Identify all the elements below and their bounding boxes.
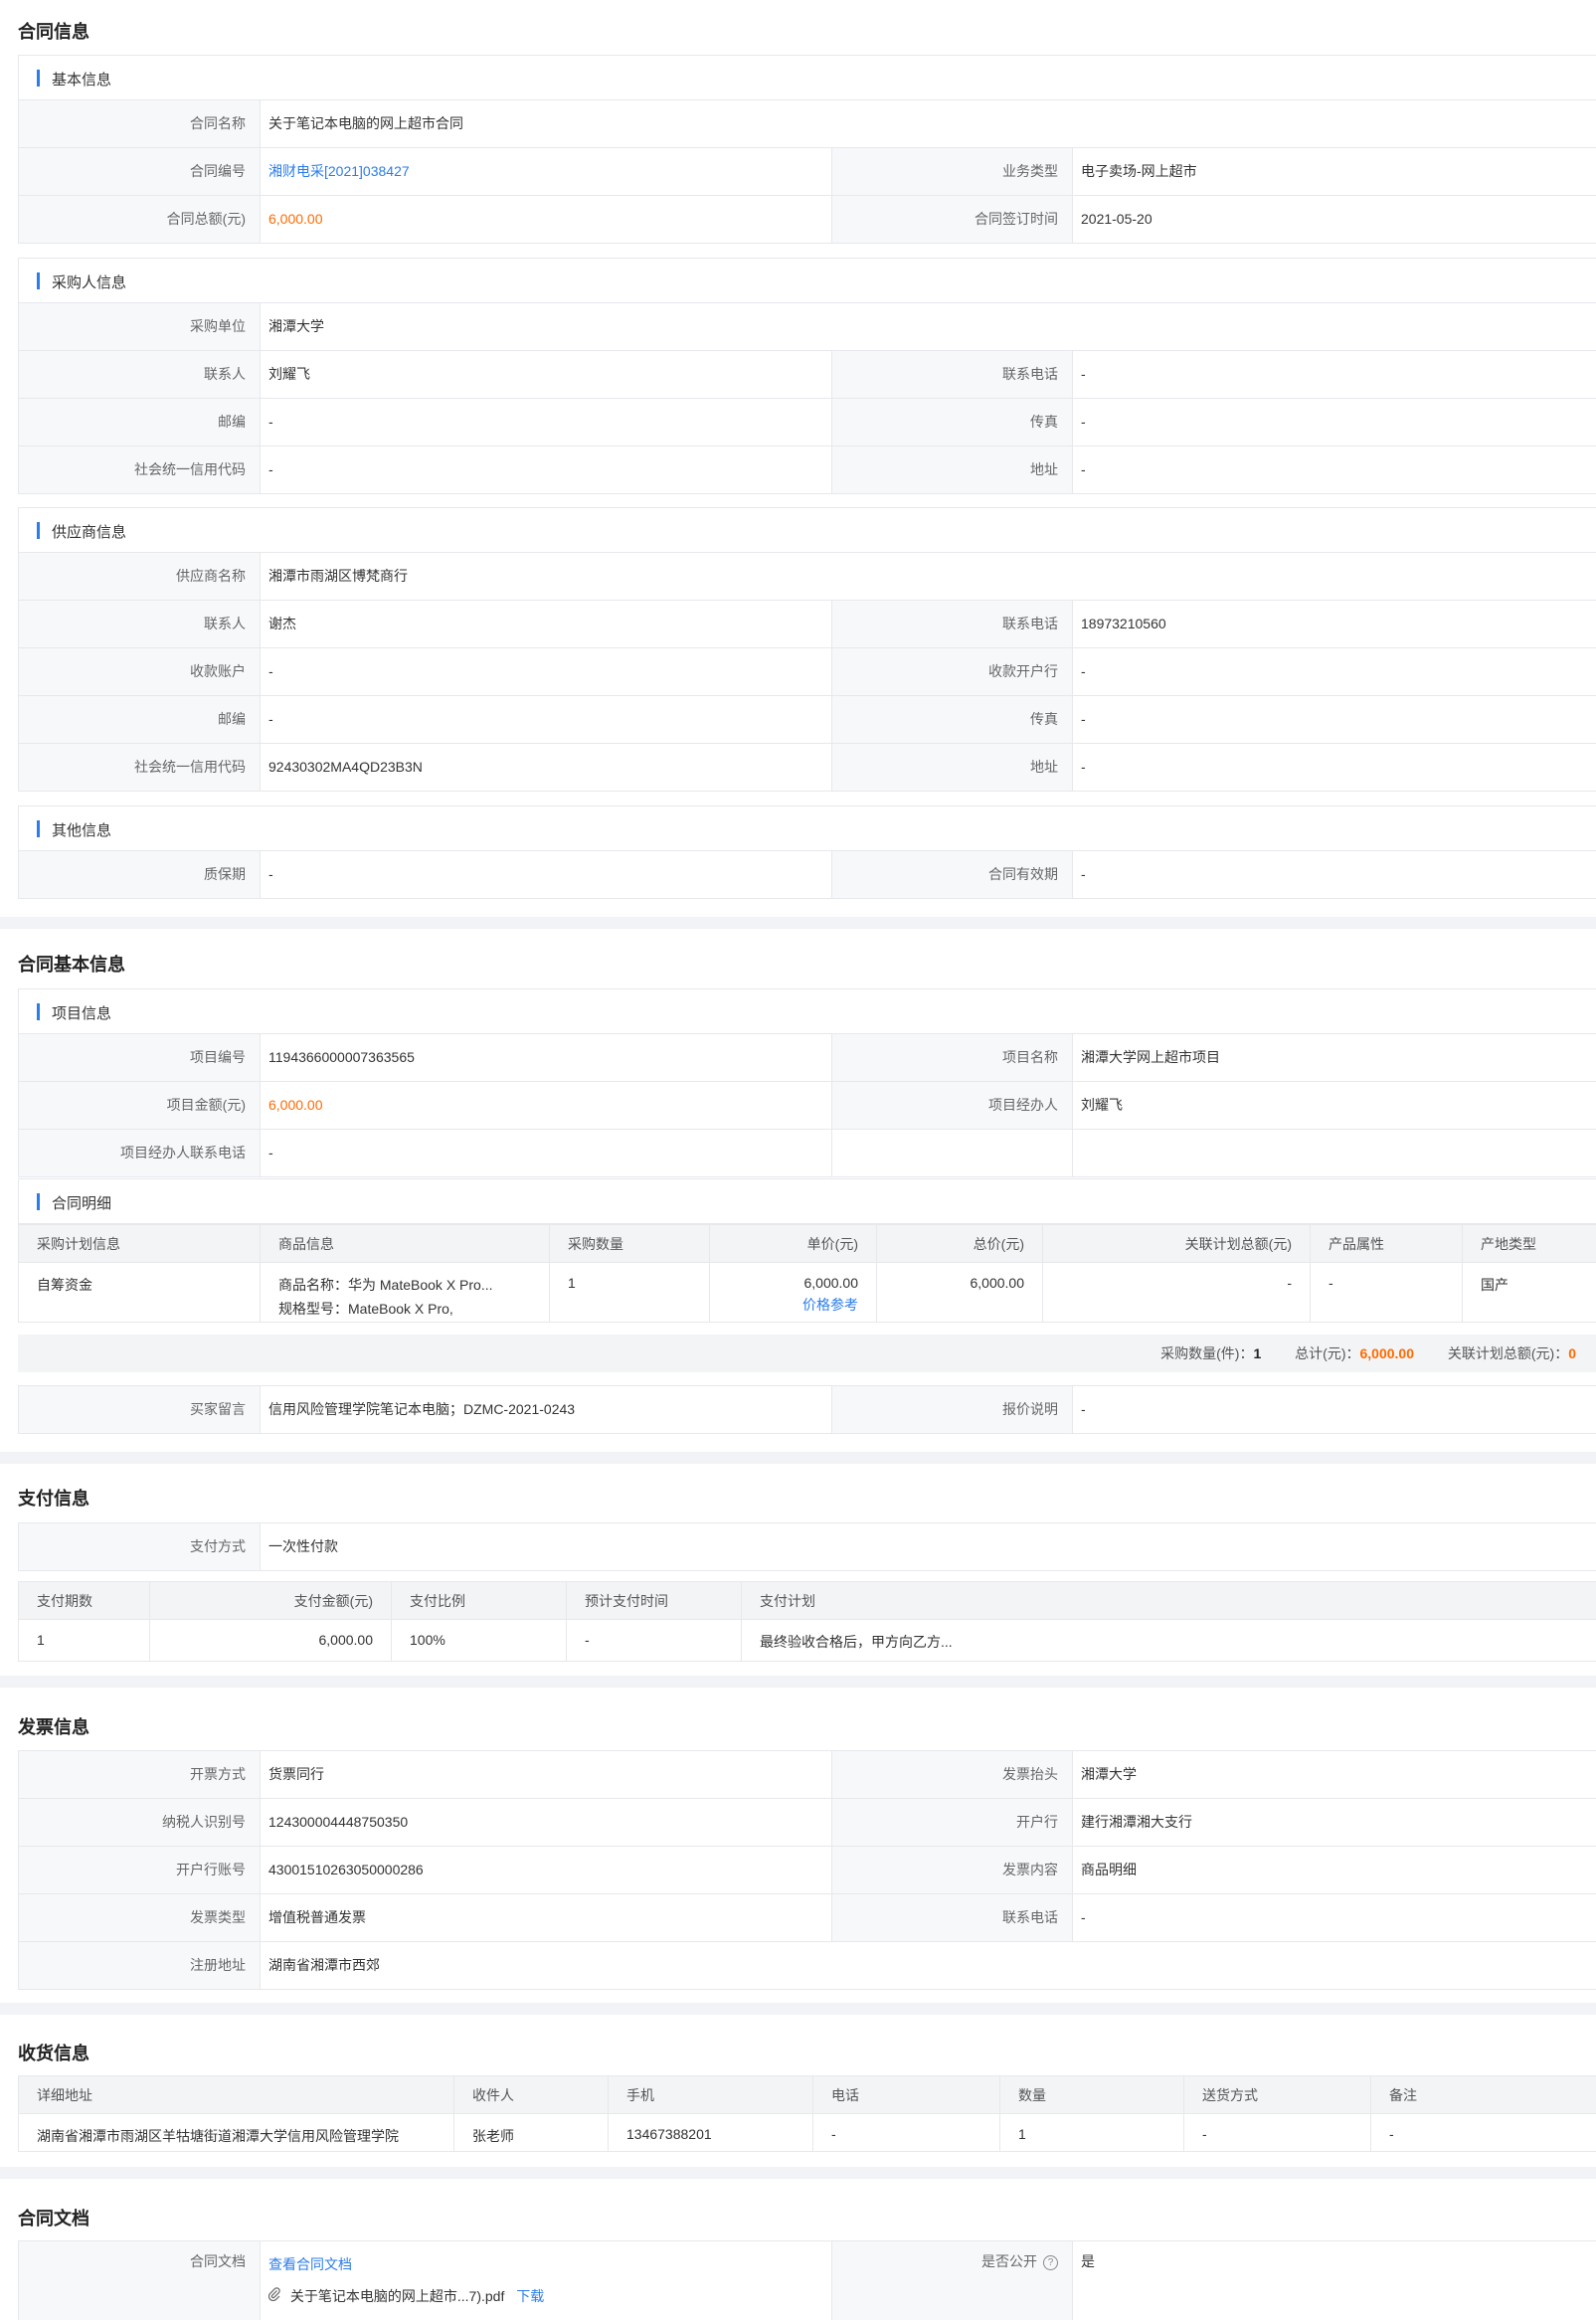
view-contract-doc-link[interactable]: 查看合同文档: [268, 2254, 831, 2274]
table-header: 详细地址 收件人 手机 电话 数量 送货方式 备注: [19, 2076, 1596, 2114]
other-info-grid: 质保期 - 合同有效期 -: [18, 851, 1596, 899]
goods-model: 规格型号：MateBook X Pro,: [278, 1299, 531, 1319]
table-header: 采购计划信息 商品信息 采购数量 单价(元) 总价(元) 关联计划总额(元) 产…: [19, 1225, 1596, 1263]
section-title-contract-basic: 合同基本信息: [18, 951, 125, 977]
goods-name: 商品名称：华为 MateBook X Pro...: [278, 1275, 531, 1295]
subhead-basic: 基本信息: [18, 55, 1596, 100]
download-link[interactable]: 下载: [516, 2288, 544, 2304]
contract-name: 关于笔记本电脑的网上超市合同: [261, 100, 1596, 147]
subhead-supplier: 供应商信息: [18, 507, 1596, 553]
contract-total-amount: 6,000.00: [261, 196, 831, 243]
delivery-table: 详细地址 收件人 手机 电话 数量 送货方式 备注 湖南省湘潭市雨湖区羊牯塘街道…: [18, 2075, 1596, 2152]
section-title-payment: 支付信息: [18, 1485, 89, 1511]
price-reference-link[interactable]: 价格参考: [728, 1295, 858, 1315]
subhead-other: 其他信息: [18, 805, 1596, 851]
table-row: 1 6,000.00 100% - 最终验收合格后，甲方向乙方...: [19, 1620, 1596, 1662]
section-title-delivery: 收货信息: [18, 2040, 89, 2065]
contract-detail-table: 采购计划信息 商品信息 采购数量 单价(元) 总价(元) 关联计划总额(元) 产…: [18, 1224, 1596, 1323]
row-contract-total: 合同总额(元) 6,000.00 合同签订时间 2021-05-20: [19, 196, 1596, 244]
help-icon[interactable]: ?: [1043, 2255, 1058, 2270]
subhead-project: 项目信息: [18, 988, 1596, 1034]
invoice-grid: 开票方式 货票同行 发票抬头 湘潭大学 纳税人识别号 1243000044487…: [18, 1750, 1596, 1990]
payment-table: 支付期数 支付金额(元) 支付比例 预计支付时间 支付计划 1 6,000.00…: [18, 1581, 1596, 1662]
project-info-grid: 项目编号 1194366000007363565 项目名称 湘潭大学网上超市项目…: [18, 1034, 1596, 1177]
contract-file-name: 关于笔记本电脑的网上超市...7).pdf: [290, 2288, 504, 2304]
table-header: 支付期数 支付金额(元) 支付比例 预计支付时间 支付计划: [19, 1582, 1596, 1620]
supplier-info-grid: 供应商名称 湘潭市雨湖区博梵商行 联系人 谢杰 联系电话 18973210560…: [18, 553, 1596, 792]
subhead-detail: 合同明细: [18, 1178, 1596, 1224]
docs-grid: 合同文档 查看合同文档 关于笔记本电脑的网上超市...7).pdf 下载 是否公…: [18, 2240, 1596, 2320]
detail-summary: 采购数量(件)：1 总计(元)：6,000.00 关联计划总额(元)：0: [18, 1335, 1596, 1372]
subhead-buyer: 采购人信息: [18, 258, 1596, 303]
section-title-contract-info: 合同信息: [18, 18, 89, 44]
basic-info-grid: 合同名称 关于笔记本电脑的网上超市合同 合同编号 湘财电采[2021]03842…: [18, 100, 1596, 244]
paperclip-icon: [268, 2287, 282, 2304]
table-row: 自筹资金 商品名称：华为 MateBook X Pro... 规格型号：Mate…: [19, 1263, 1596, 1323]
section-title-invoice: 发票信息: [18, 1713, 89, 1739]
buyer-info-grid: 采购单位 湘潭大学 联系人 刘耀飞 联系电话 - 邮编 - 传真 - 社会统一信…: [18, 303, 1596, 494]
contract-no-link[interactable]: 湘财电采[2021]038427: [261, 148, 831, 195]
row-contract-name: 合同名称 关于笔记本电脑的网上超市合同: [19, 100, 1596, 148]
buyer-message-grid: 买家留言 信用风险管理学院笔记本电脑；DZMC-2021-0243 报价说明 -: [18, 1385, 1596, 1434]
table-row: 湖南省湘潭市雨湖区羊牯塘街道湘潭大学信用风险管理学院 张老师 134673882…: [19, 2114, 1596, 2152]
row-contract-no: 合同编号 湘财电采[2021]038427 业务类型 电子卖场-网上超市: [19, 148, 1596, 196]
section-title-docs: 合同文档: [18, 2205, 89, 2231]
payment-method-grid: 支付方式 一次性付款: [18, 1522, 1596, 1571]
